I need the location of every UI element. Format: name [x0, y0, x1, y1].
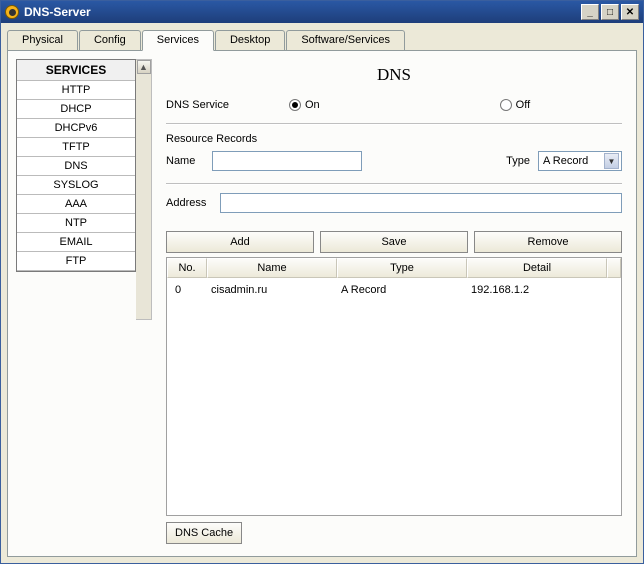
titlebar[interactable]: DNS-Server _ □ ✕ [1, 1, 643, 23]
sidebar-item-label: HTTP [62, 84, 91, 96]
sidebar-item-ntp[interactable]: NTP [17, 214, 135, 233]
dns-cache-button[interactable]: DNS Cache [166, 522, 242, 544]
type-select-value: A Record [543, 155, 588, 167]
tab-content: SERVICES HTTP DHCP DHCPv6 TFTP DNS SYSLO… [7, 50, 637, 557]
tab-config[interactable]: Config [79, 30, 141, 51]
tab-services[interactable]: Services [142, 30, 214, 51]
sidebar-header: SERVICES [17, 60, 135, 81]
sidebar-item-aaa[interactable]: AAA [17, 195, 135, 214]
resource-records-label: Resource Records [166, 133, 622, 145]
tab-desktop[interactable]: Desktop [215, 30, 285, 51]
sidebar-item-syslog[interactable]: SYSLOG [17, 176, 135, 195]
tab-physical[interactable]: Physical [7, 30, 78, 51]
dns-service-off[interactable]: Off [500, 99, 530, 111]
sidebar-item-email[interactable]: EMAIL [17, 233, 135, 252]
button-label: DNS Cache [175, 527, 233, 539]
records-table: No. Name Type Detail 0 cisadmin.ru A Rec… [166, 257, 622, 516]
address-input[interactable] [220, 193, 622, 213]
window-title: DNS-Server [24, 5, 91, 19]
divider [166, 123, 622, 125]
sidebar-item-dns[interactable]: DNS [17, 157, 135, 176]
sidebar-item-tftp[interactable]: TFTP [17, 138, 135, 157]
button-label: Remove [528, 236, 569, 248]
tab-label: Services [157, 34, 199, 46]
chevron-down-icon: ▼ [604, 153, 619, 169]
sidebar-item-http[interactable]: HTTP [17, 81, 135, 100]
sidebar-item-label: SYSLOG [53, 179, 98, 191]
scroll-up-icon[interactable]: ▲ [137, 60, 151, 74]
name-input[interactable] [212, 151, 362, 171]
tab-label: Config [94, 34, 126, 46]
sidebar-scrollbar[interactable]: ▲ [136, 59, 152, 320]
remove-button[interactable]: Remove [474, 231, 622, 253]
tab-label: Software/Services [301, 34, 390, 46]
dns-service-on[interactable]: On [289, 99, 320, 111]
save-button[interactable]: Save [320, 231, 468, 253]
maximize-button[interactable]: □ [601, 4, 619, 20]
tab-bar: Physical Config Services Desktop Softwar… [1, 23, 643, 50]
sidebar-item-label: EMAIL [59, 236, 92, 248]
radio-on-label: On [305, 99, 320, 111]
sidebar-item-label: DNS [64, 160, 87, 172]
tab-label: Physical [22, 34, 63, 46]
table-header: No. Name Type Detail [167, 258, 621, 278]
sidebar-item-dhcp[interactable]: DHCP [17, 100, 135, 119]
tab-software-services[interactable]: Software/Services [286, 30, 405, 51]
button-label: Add [230, 236, 250, 248]
cell-no: 0 [171, 284, 211, 296]
col-no[interactable]: No. [167, 258, 207, 278]
app-icon [5, 5, 19, 19]
sidebar-item-ftp[interactable]: FTP [17, 252, 135, 271]
divider [166, 183, 622, 185]
radio-off-label: Off [516, 99, 530, 111]
sidebar-item-label: NTP [65, 217, 87, 229]
cell-type: A Record [341, 284, 471, 296]
main-panel: DNS DNS Service On Off Resource Records [152, 59, 628, 548]
tab-label: Desktop [230, 34, 270, 46]
sidebar-item-label: TFTP [62, 141, 90, 153]
col-type[interactable]: Type [337, 258, 467, 278]
add-button[interactable]: Add [166, 231, 314, 253]
sidebar-item-label: FTP [66, 255, 87, 267]
cell-name: cisadmin.ru [211, 284, 341, 296]
close-button[interactable]: ✕ [621, 4, 639, 20]
dns-server-window: DNS-Server _ □ ✕ Physical Config Service… [0, 0, 644, 564]
sidebar-item-label: AAA [65, 198, 87, 210]
radio-on-icon [289, 99, 301, 111]
sidebar-item-label: DHCP [60, 103, 91, 115]
action-buttons: Add Save Remove [166, 231, 622, 253]
minimize-button[interactable]: _ [581, 4, 599, 20]
radio-off-icon [500, 99, 512, 111]
name-label: Name [166, 155, 204, 167]
cell-detail: 192.168.1.2 [471, 284, 617, 296]
services-sidebar: SERVICES HTTP DHCP DHCPv6 TFTP DNS SYSLO… [16, 59, 136, 272]
col-name[interactable]: Name [207, 258, 337, 278]
button-label: Save [381, 236, 406, 248]
address-label: Address [166, 197, 212, 209]
type-label: Type [506, 155, 530, 167]
sidebar-item-label: DHCPv6 [55, 122, 98, 134]
col-detail[interactable]: Detail [467, 258, 607, 278]
page-title: DNS [166, 65, 622, 85]
col-spacer [607, 258, 621, 278]
table-row[interactable]: 0 cisadmin.ru A Record 192.168.1.2 [167, 278, 621, 302]
sidebar-item-dhcpv6[interactable]: DHCPv6 [17, 119, 135, 138]
sidebar-wrap: SERVICES HTTP DHCP DHCPv6 TFTP DNS SYSLO… [16, 59, 152, 548]
dns-service-label: DNS Service [166, 99, 229, 111]
type-select[interactable]: A Record ▼ [538, 151, 622, 171]
table-body[interactable]: 0 cisadmin.ru A Record 192.168.1.2 [167, 278, 621, 515]
